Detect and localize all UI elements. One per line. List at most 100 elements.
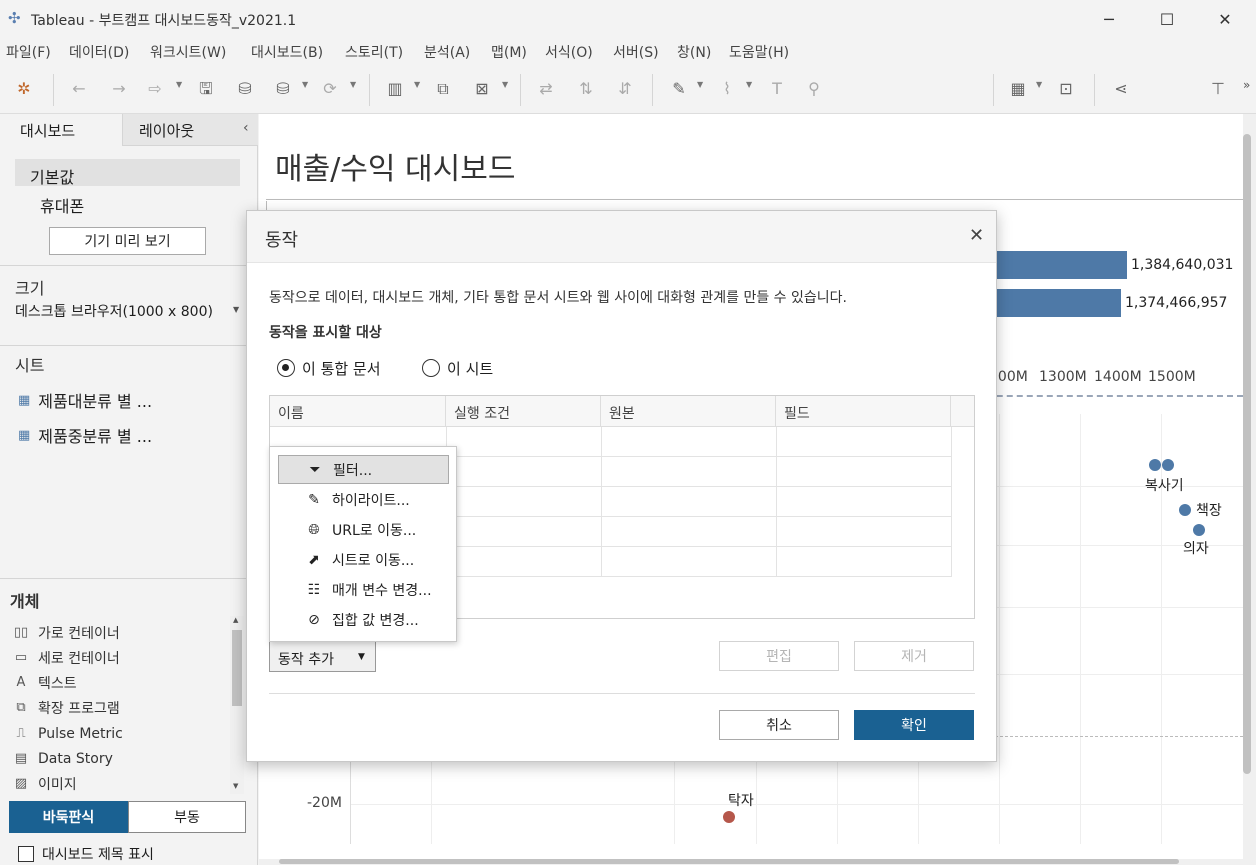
chevron-down-icon[interactable]: ▼ xyxy=(350,80,356,89)
menu-worksheet[interactable]: 워크시트(W) xyxy=(150,42,226,62)
device-default[interactable]: 기본값 xyxy=(15,159,240,187)
new-datasource-icon[interactable]: ⛁ xyxy=(234,78,256,100)
scatter-point[interactable] xyxy=(1179,504,1191,516)
group-icon[interactable]: ⌇ xyxy=(716,78,738,100)
object-horizontal-container[interactable]: ▯▯ 가로 컨테이너 xyxy=(12,620,120,645)
menu-server[interactable]: 서버(S) xyxy=(613,42,659,62)
menu-item-change-parameter[interactable]: ☷ 매개 변수 변경... xyxy=(278,575,449,604)
back-icon[interactable]: ← xyxy=(68,78,90,100)
collapse-panel-icon[interactable]: ‹ xyxy=(243,120,249,136)
menu-window[interactable]: 창(N) xyxy=(677,42,711,62)
pause-updates-icon[interactable]: ⛁ xyxy=(272,78,294,100)
sheet-item[interactable]: ▦ 제품대분류 별 ... xyxy=(18,388,152,412)
add-action-button[interactable]: 동작 추가 ▼ xyxy=(269,641,376,672)
text-label-icon[interactable]: T xyxy=(766,78,788,100)
sort-descending-icon[interactable]: ⇵ xyxy=(614,78,636,100)
menu-item-go-to-sheet[interactable]: ⬈ 시트로 이동... xyxy=(278,545,449,574)
canvas-vertical-scrollbar[interactable] xyxy=(1243,114,1256,865)
device-phone[interactable]: 휴대폰 xyxy=(40,193,84,217)
minimize-button[interactable]: ─ xyxy=(1080,0,1138,38)
menu-item-filter[interactable]: ⏷ 필터... xyxy=(278,455,449,484)
chevron-down-icon[interactable]: ▼ xyxy=(697,80,703,89)
maximize-button[interactable]: ☐ xyxy=(1138,0,1196,38)
scrollbar-thumb[interactable] xyxy=(1243,134,1251,774)
scatter-point[interactable] xyxy=(1149,459,1161,471)
chevron-down-icon[interactable]: ▼ xyxy=(502,80,508,89)
tiled-toggle[interactable]: 바둑판식 xyxy=(9,801,128,833)
radio-this-workbook[interactable] xyxy=(277,359,295,377)
tab-layout[interactable]: 레이아웃 xyxy=(123,114,258,146)
forward-icon[interactable]: → xyxy=(108,78,130,100)
overflow-icon[interactable]: » xyxy=(1243,78,1250,92)
menu-item-highlight[interactable]: ✎ 하이라이트... xyxy=(278,485,449,514)
scroll-up-icon[interactable]: ▲ xyxy=(233,616,238,624)
radio-this-sheet[interactable] xyxy=(422,359,440,377)
set-icon: ⊘ xyxy=(308,611,320,628)
chevron-down-icon[interactable]: ▼ xyxy=(1036,80,1042,89)
presentation-icon[interactable]: ⊡ xyxy=(1055,78,1077,100)
object-extension[interactable]: ⧉ 확장 프로그램 xyxy=(12,695,119,720)
chevron-down-icon[interactable]: ▼ xyxy=(746,80,752,89)
object-vertical-container[interactable]: ▭ 세로 컨테이너 xyxy=(12,645,120,670)
device-preview-button[interactable]: 기기 미리 보기 xyxy=(49,227,206,255)
save-icon[interactable]: 🖫 xyxy=(195,78,217,100)
menu-item-go-to-url[interactable]: 🌐︎ URL로 이동... xyxy=(278,515,449,544)
show-title-checkbox[interactable] xyxy=(18,846,34,862)
swap-icon[interactable]: ⇄ xyxy=(535,78,557,100)
column-header[interactable]: 원본 xyxy=(601,396,776,426)
scrollbar-thumb[interactable] xyxy=(279,859,1179,864)
menu-format[interactable]: 서식(O) xyxy=(545,42,593,62)
sheet-item[interactable]: ▦ 제품중분류 별 ... xyxy=(18,423,152,447)
scatter-point[interactable] xyxy=(1193,524,1205,536)
menu-analysis[interactable]: 분석(A) xyxy=(424,42,470,62)
remove-button[interactable]: 제거 xyxy=(854,641,974,671)
edit-button[interactable]: 편집 xyxy=(719,641,839,671)
floating-toggle[interactable]: 부동 xyxy=(128,801,246,833)
sort-ascending-icon[interactable]: ⇅ xyxy=(575,78,597,100)
chevron-down-icon[interactable]: ▼ xyxy=(176,80,182,89)
objects-scrollbar[interactable]: ▲ ▼ xyxy=(230,616,244,794)
tableau-home-icon[interactable]: ✲ xyxy=(13,78,35,100)
chevron-down-icon[interactable]: ▼ xyxy=(302,80,308,89)
scroll-down-icon[interactable]: ▼ xyxy=(233,782,238,790)
column-header[interactable]: 실행 조건 xyxy=(446,396,601,426)
grid-line xyxy=(350,804,1243,805)
cancel-button[interactable]: 취소 xyxy=(719,710,839,740)
redo-icon[interactable]: ⇨ xyxy=(144,78,166,100)
object-image[interactable]: ▨ 이미지 xyxy=(12,771,77,796)
menu-item-change-set-values[interactable]: ⊘ 집합 값 변경... xyxy=(278,605,449,634)
menu-data[interactable]: 데이터(D) xyxy=(69,42,129,62)
refresh-icon[interactable]: ⟳ xyxy=(319,78,341,100)
menu-dashboard[interactable]: 대시보드(B) xyxy=(251,42,323,62)
close-icon[interactable]: ✕ xyxy=(969,225,984,246)
column-header[interactable]: 필드 xyxy=(776,396,951,426)
sheet-item-label: 제품중분류 별 ... xyxy=(38,427,153,446)
new-worksheet-icon[interactable]: ▥ xyxy=(384,78,406,100)
scatter-point[interactable] xyxy=(723,811,735,823)
radio-this-workbook-label: 이 통합 문서 xyxy=(302,360,381,378)
canvas-horizontal-scrollbar[interactable] xyxy=(259,859,1243,865)
dialog-title: 동작 xyxy=(265,230,299,251)
menu-story[interactable]: 스토리(T) xyxy=(345,42,403,62)
size-select[interactable]: 데스크톱 브라우저(1000 x 800) ▼ xyxy=(15,301,243,321)
share-icon[interactable]: ⋖ xyxy=(1110,78,1132,100)
close-window-button[interactable]: ✕ xyxy=(1196,0,1254,38)
column-header[interactable]: 이름 xyxy=(270,396,446,426)
show-me-icon[interactable]: ▦ xyxy=(1007,78,1029,100)
object-data-story[interactable]: ▤ Data Story xyxy=(12,746,113,771)
menu-file[interactable]: 파일(F) xyxy=(6,42,51,62)
chevron-down-icon[interactable]: ▼ xyxy=(414,80,420,89)
highlight-icon[interactable]: ✎ xyxy=(668,78,690,100)
scatter-point[interactable] xyxy=(1162,459,1174,471)
duplicate-icon[interactable]: ⧉ xyxy=(432,78,454,100)
object-text[interactable]: A 텍스트 xyxy=(12,670,77,695)
ok-button[interactable]: 확인 xyxy=(854,710,974,740)
tab-dashboard[interactable]: 대시보드 xyxy=(0,114,123,146)
menu-map[interactable]: 맵(M) xyxy=(491,42,527,62)
pin-icon[interactable]: ⚲ xyxy=(803,78,825,100)
clear-sheet-icon[interactable]: ⊠ xyxy=(471,78,493,100)
menu-help[interactable]: 도움말(H) xyxy=(729,42,789,62)
scrollbar-thumb[interactable] xyxy=(232,630,242,706)
object-pulse-metric[interactable]: ⎍ Pulse Metric xyxy=(12,721,122,746)
paint-icon[interactable]: ⊤ xyxy=(1207,78,1229,100)
